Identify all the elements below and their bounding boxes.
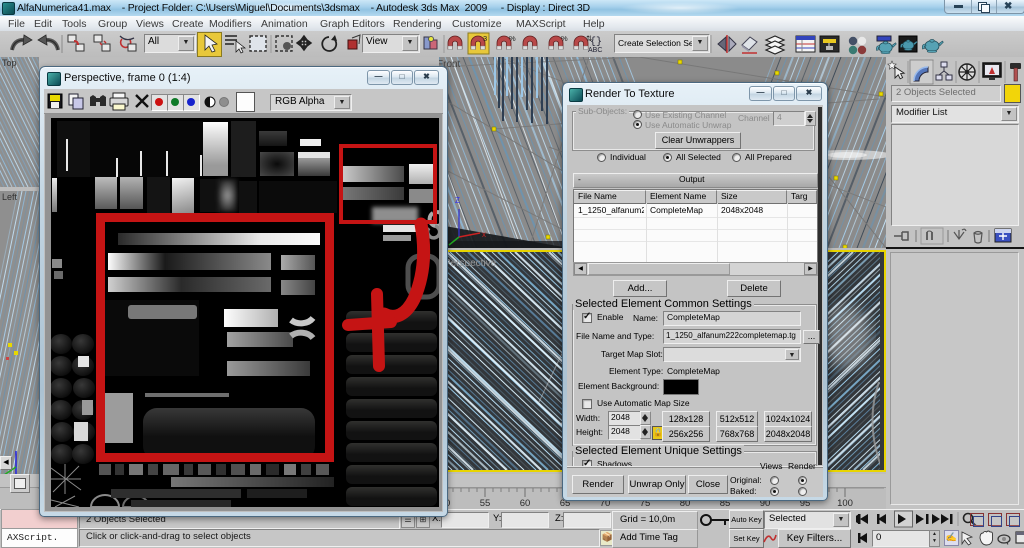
svg-text:100: 100 xyxy=(837,498,853,509)
svg-text:x: x xyxy=(482,230,486,239)
svg-text:Z: Z xyxy=(455,196,460,205)
svg-text:55: 55 xyxy=(480,498,491,509)
svg-text:60: 60 xyxy=(520,498,531,509)
